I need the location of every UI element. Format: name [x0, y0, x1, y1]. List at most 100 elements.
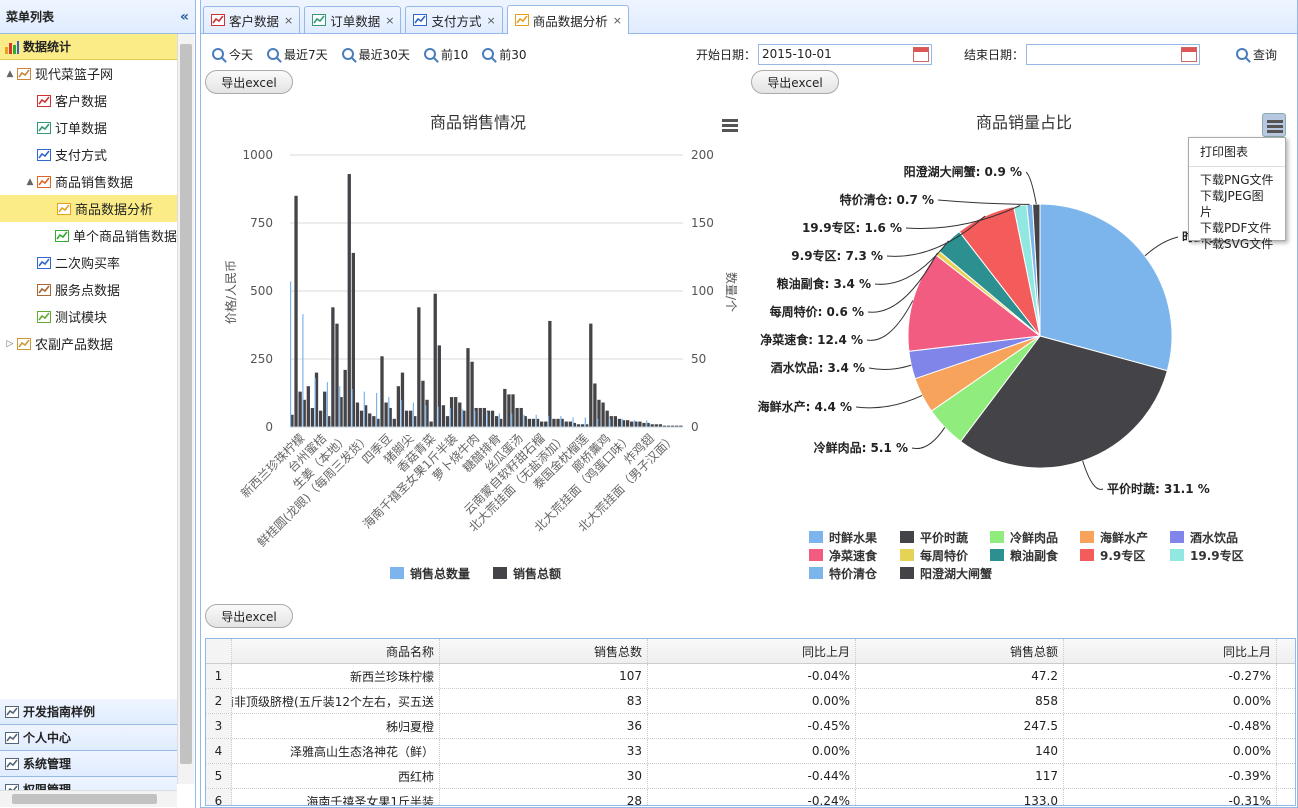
bar-amount: [396, 386, 401, 427]
close-icon[interactable]: ×: [486, 14, 495, 27]
bar-amount: [384, 402, 388, 427]
tab-item[interactable]: 商品数据分析 ×: [506, 5, 629, 34]
table-row[interactable]: 4 泽雅高山生态洛神花（鲜） 33 0.00% 140 0.00%: [206, 739, 1295, 764]
bar-amount: [310, 407, 315, 427]
menu-horizontal-scrollbar[interactable]: [0, 790, 177, 807]
nav-item[interactable]: ▲ 现代菜篮子网: [0, 60, 177, 87]
chart-menu-icon[interactable]: [1262, 113, 1286, 137]
column-header[interactable]: 销售总额: [856, 639, 1064, 663]
quick-range-button[interactable]: 今天: [212, 46, 253, 63]
nav-item[interactable]: 测试模块: [0, 303, 177, 330]
quick-range-button[interactable]: 最近30天: [341, 46, 410, 63]
column-header[interactable]: 商品名称: [232, 639, 440, 663]
date-filter: 开始日期： 2015-10-01 结束日期： 查询: [696, 43, 1291, 65]
chart-menu-icon[interactable]: [718, 113, 742, 137]
bar-quantity: [400, 399, 402, 427]
bar-amount: [433, 293, 437, 427]
bar-quantity: [486, 412, 488, 427]
expand-toggle-icon[interactable]: ▲: [4, 69, 16, 79]
calendar-icon[interactable]: [913, 46, 930, 62]
tab-item[interactable]: 订单数据 ×: [304, 6, 402, 33]
nav-item[interactable]: 服务点数据: [0, 276, 177, 303]
legend-swatch: [809, 567, 823, 579]
close-icon[interactable]: ×: [613, 14, 622, 27]
quick-range-button[interactable]: 前30: [482, 46, 527, 63]
menu-vertical-scrollbar[interactable]: [177, 34, 194, 784]
table-cell: -0.24%: [648, 789, 856, 805]
end-date-input[interactable]: [1026, 43, 1201, 65]
tab-item[interactable]: 客户数据 ×: [203, 6, 301, 33]
column-header[interactable]: 销售总数: [440, 639, 648, 663]
calendar-icon[interactable]: [1181, 46, 1198, 62]
start-date-input[interactable]: 2015-10-01: [758, 43, 933, 65]
bar-amount: [409, 410, 413, 427]
bar-chart-icon: [514, 12, 530, 28]
nav-item-label: 订单数据: [55, 122, 108, 137]
bar-quantity: [498, 413, 500, 427]
export-menu-item[interactable]: 下载PNG文件: [1189, 172, 1285, 188]
export-excel-button[interactable]: 导出excel: [205, 70, 293, 94]
y2-tick-label: 150: [691, 216, 714, 230]
nav-item[interactable]: 支付方式: [0, 141, 177, 168]
bar-amount: [630, 421, 634, 427]
table-row[interactable]: 2 南非顶级脐橙(五斤装12个左右，买五送 83 0.00% 858 0.00%: [206, 689, 1295, 714]
close-icon[interactable]: ×: [385, 14, 394, 27]
bar-quantity: [326, 382, 329, 427]
nav-item[interactable]: 订单数据: [0, 114, 177, 141]
y2-tick-label: 50: [691, 352, 706, 366]
expand-toggle-icon[interactable]: ▷: [4, 339, 16, 349]
column-header[interactable]: 同比上月: [1064, 639, 1277, 663]
pie-label: 平价时蔬: 31.1 %: [1107, 481, 1210, 496]
export-menu-item[interactable]: 下载SVG文件: [1189, 236, 1285, 252]
accordion-item[interactable]: 个人中心: [0, 725, 177, 751]
legend-swatch: [809, 549, 823, 561]
tab-item[interactable]: 支付方式 ×: [405, 6, 503, 33]
bar-amount: [478, 407, 482, 427]
nav-item[interactable]: 商品数据分析: [0, 195, 177, 222]
export-menu-item[interactable]: 下载JPEG图片: [1189, 188, 1285, 220]
column-header[interactable]: 同比上月: [648, 639, 856, 663]
bar-chart-icon: [56, 201, 72, 217]
accordion-item[interactable]: 系统管理: [0, 751, 177, 777]
nav-item[interactable]: 二次购买率: [0, 249, 177, 276]
legend-swatch: [900, 567, 914, 579]
y2-axis-label: 数量/个: [724, 272, 739, 312]
bar-amount: [482, 407, 486, 427]
row-number: 2: [206, 689, 232, 713]
nav-item[interactable]: ▲ 商品销售数据: [0, 168, 177, 195]
table-cell: 83: [440, 689, 648, 713]
expand-toggle-icon[interactable]: ▲: [24, 177, 36, 187]
table-cell: 0.00%: [648, 689, 856, 713]
quick-range-button[interactable]: 最近7天: [267, 46, 328, 63]
y-axis-label: 价格/人民币: [223, 260, 238, 324]
export-excel-button[interactable]: 导出excel: [751, 70, 839, 94]
export-menu-item[interactable]: 打印图表: [1189, 138, 1285, 167]
quick-range-toolbar: 今天 最近7天 最近30天 前10 前30: [212, 45, 541, 63]
nav-item[interactable]: ▷ 农副产品数据: [0, 330, 177, 357]
query-button[interactable]: 查询: [1236, 46, 1277, 63]
table-cell: -0.45%: [648, 714, 856, 738]
user-icon: [4, 730, 20, 746]
table-row[interactable]: 6 海南千禧圣女果1斤半装 28 -0.24% 133.0 -0.31%: [206, 789, 1295, 805]
row-number: 6: [206, 789, 232, 805]
accordion-data-stats[interactable]: 数据统计: [0, 34, 177, 60]
collapse-icon[interactable]: «: [180, 9, 189, 25]
pie-label: 特价清仓: 0.7 %: [840, 192, 934, 207]
bar-quantity: [412, 402, 415, 427]
table-row[interactable]: 1 新西兰珍珠柠檬 107 -0.04% 47.2 -0.27%: [206, 664, 1295, 689]
table-row[interactable]: 3 秭归夏橙 36 -0.45% 247.5 -0.48%: [206, 714, 1295, 739]
sales-icon: [36, 174, 52, 190]
pie-label: 净菜速食: 12.4 %: [760, 332, 863, 347]
export-excel-button[interactable]: 导出excel: [205, 604, 293, 628]
quick-range-button[interactable]: 前10: [423, 46, 468, 63]
table-row[interactable]: 5 西红柿 30 -0.44% 117 -0.39%: [206, 764, 1295, 789]
nav-item[interactable]: 客户数据: [0, 87, 177, 114]
bar-amount: [343, 369, 347, 427]
close-icon[interactable]: ×: [284, 14, 293, 27]
legend-swatch: [990, 549, 1004, 561]
bar-amount: [404, 410, 409, 427]
bar-quantity: [474, 410, 476, 427]
accordion-item[interactable]: 开发指南样例: [0, 699, 177, 725]
nav-item[interactable]: 单个商品销售数据: [0, 222, 177, 249]
export-menu-item[interactable]: 下载PDF文件: [1189, 220, 1285, 236]
